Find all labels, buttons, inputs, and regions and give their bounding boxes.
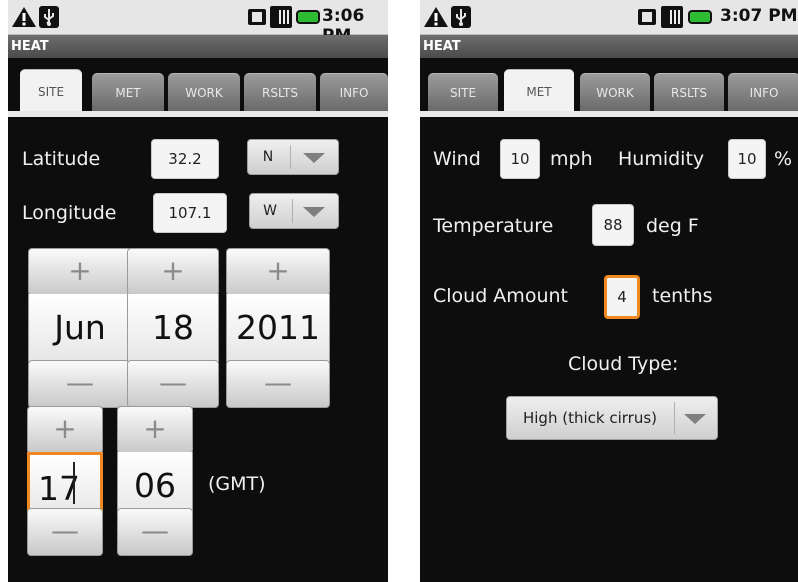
longitude-label: Longitude bbox=[22, 202, 117, 224]
longitude-field[interactable]: 107.1 bbox=[153, 193, 227, 233]
humidity-label: Humidity bbox=[618, 148, 705, 170]
tab-site[interactable]: SITE bbox=[428, 73, 498, 111]
month-value[interactable]: Jun bbox=[28, 294, 132, 362]
tab-met[interactable]: MET bbox=[504, 69, 574, 115]
text-cursor bbox=[73, 462, 75, 504]
longitude-direction-value: W bbox=[263, 203, 277, 219]
tab-rslts[interactable]: RSLTS bbox=[244, 73, 316, 111]
warning-icon bbox=[424, 7, 448, 27]
cloud-amount-label: Cloud Amount bbox=[433, 285, 568, 307]
humidity-unit-label: % bbox=[774, 148, 793, 170]
tab-rslts[interactable]: RSLTS bbox=[654, 73, 724, 111]
cloud-amount-field[interactable]: 4 bbox=[604, 275, 640, 319]
select-divider bbox=[290, 145, 291, 169]
battery-icon bbox=[296, 10, 320, 24]
latitude-label: Latitude bbox=[22, 148, 101, 170]
cloud-type-label: Cloud Type: bbox=[568, 353, 679, 375]
chevron-down-icon bbox=[303, 153, 325, 163]
longitude-direction-select[interactable]: W bbox=[249, 193, 339, 229]
app-title: HEAT bbox=[8, 35, 388, 58]
tab-info[interactable]: INFO bbox=[320, 73, 388, 111]
usb-icon bbox=[39, 6, 59, 28]
temperature-unit-label: deg F bbox=[646, 215, 699, 237]
status-bar: 3:07 PM bbox=[420, 0, 798, 35]
chevron-down-icon bbox=[303, 207, 325, 217]
signal-icon bbox=[270, 6, 292, 28]
year-increment-button[interactable]: + bbox=[226, 248, 330, 296]
temperature-field[interactable]: 88 bbox=[592, 204, 634, 246]
chevron-down-icon bbox=[684, 414, 706, 424]
tab-bar: SITE MET WORK RSLTS INFO bbox=[420, 58, 798, 118]
wind-label: Wind bbox=[433, 148, 481, 170]
signal-icon bbox=[661, 6, 683, 28]
day-increment-button[interactable]: + bbox=[127, 248, 219, 296]
minute-increment-button[interactable]: + bbox=[117, 406, 193, 454]
tab-work[interactable]: WORK bbox=[168, 73, 240, 111]
latitude-direction-select[interactable]: N bbox=[247, 139, 339, 175]
battery-icon bbox=[688, 10, 712, 24]
sd-card-icon bbox=[248, 9, 266, 25]
tab-met[interactable]: MET bbox=[92, 73, 164, 111]
usb-icon bbox=[451, 6, 471, 28]
latitude-direction-value: N bbox=[262, 149, 274, 165]
day-decrement-button[interactable]: — bbox=[127, 360, 219, 408]
latitude-field[interactable]: 32.2 bbox=[151, 139, 219, 179]
temperature-label: Temperature bbox=[433, 215, 554, 237]
month-increment-button[interactable]: + bbox=[28, 248, 132, 296]
timezone-label: (GMT) bbox=[208, 473, 266, 495]
wind-unit-label: mph bbox=[550, 148, 593, 170]
select-divider bbox=[674, 402, 675, 434]
tab-underline bbox=[420, 111, 798, 117]
status-bar: 3:06 PM bbox=[8, 0, 388, 46]
humidity-field[interactable]: 10 bbox=[728, 139, 766, 179]
screen-site: 3:06 PM HEAT SITE MET WORK RSLTS INFO La… bbox=[8, 0, 388, 582]
hour-increment-button[interactable]: + bbox=[27, 406, 103, 454]
app-title: HEAT bbox=[420, 35, 798, 58]
wind-field[interactable]: 10 bbox=[500, 139, 540, 179]
tab-bar: SITE MET WORK RSLTS INFO bbox=[8, 58, 388, 118]
select-divider bbox=[292, 199, 293, 223]
screen-met: 3:07 PM HEAT SITE MET WORK RSLTS INFO Wi… bbox=[420, 0, 798, 582]
day-value[interactable]: 18 bbox=[127, 294, 219, 362]
warning-icon bbox=[12, 7, 36, 27]
cloud-type-select[interactable]: High (thick cirrus) bbox=[506, 396, 718, 440]
minute-decrement-button[interactable]: — bbox=[117, 508, 193, 556]
tab-site[interactable]: SITE bbox=[20, 69, 82, 115]
year-decrement-button[interactable]: — bbox=[226, 360, 330, 408]
tab-work[interactable]: WORK bbox=[580, 73, 650, 111]
cloud-amount-unit-label: tenths bbox=[652, 285, 713, 307]
status-time: 3:07 PM bbox=[720, 6, 798, 26]
tab-underline bbox=[8, 111, 388, 117]
month-decrement-button[interactable]: — bbox=[28, 360, 132, 408]
cloud-type-value: High (thick cirrus) bbox=[522, 409, 657, 427]
sd-card-icon bbox=[638, 9, 656, 25]
year-value[interactable]: 2011 bbox=[226, 294, 330, 362]
tab-info[interactable]: INFO bbox=[728, 73, 798, 111]
hour-decrement-button[interactable]: — bbox=[27, 508, 103, 556]
